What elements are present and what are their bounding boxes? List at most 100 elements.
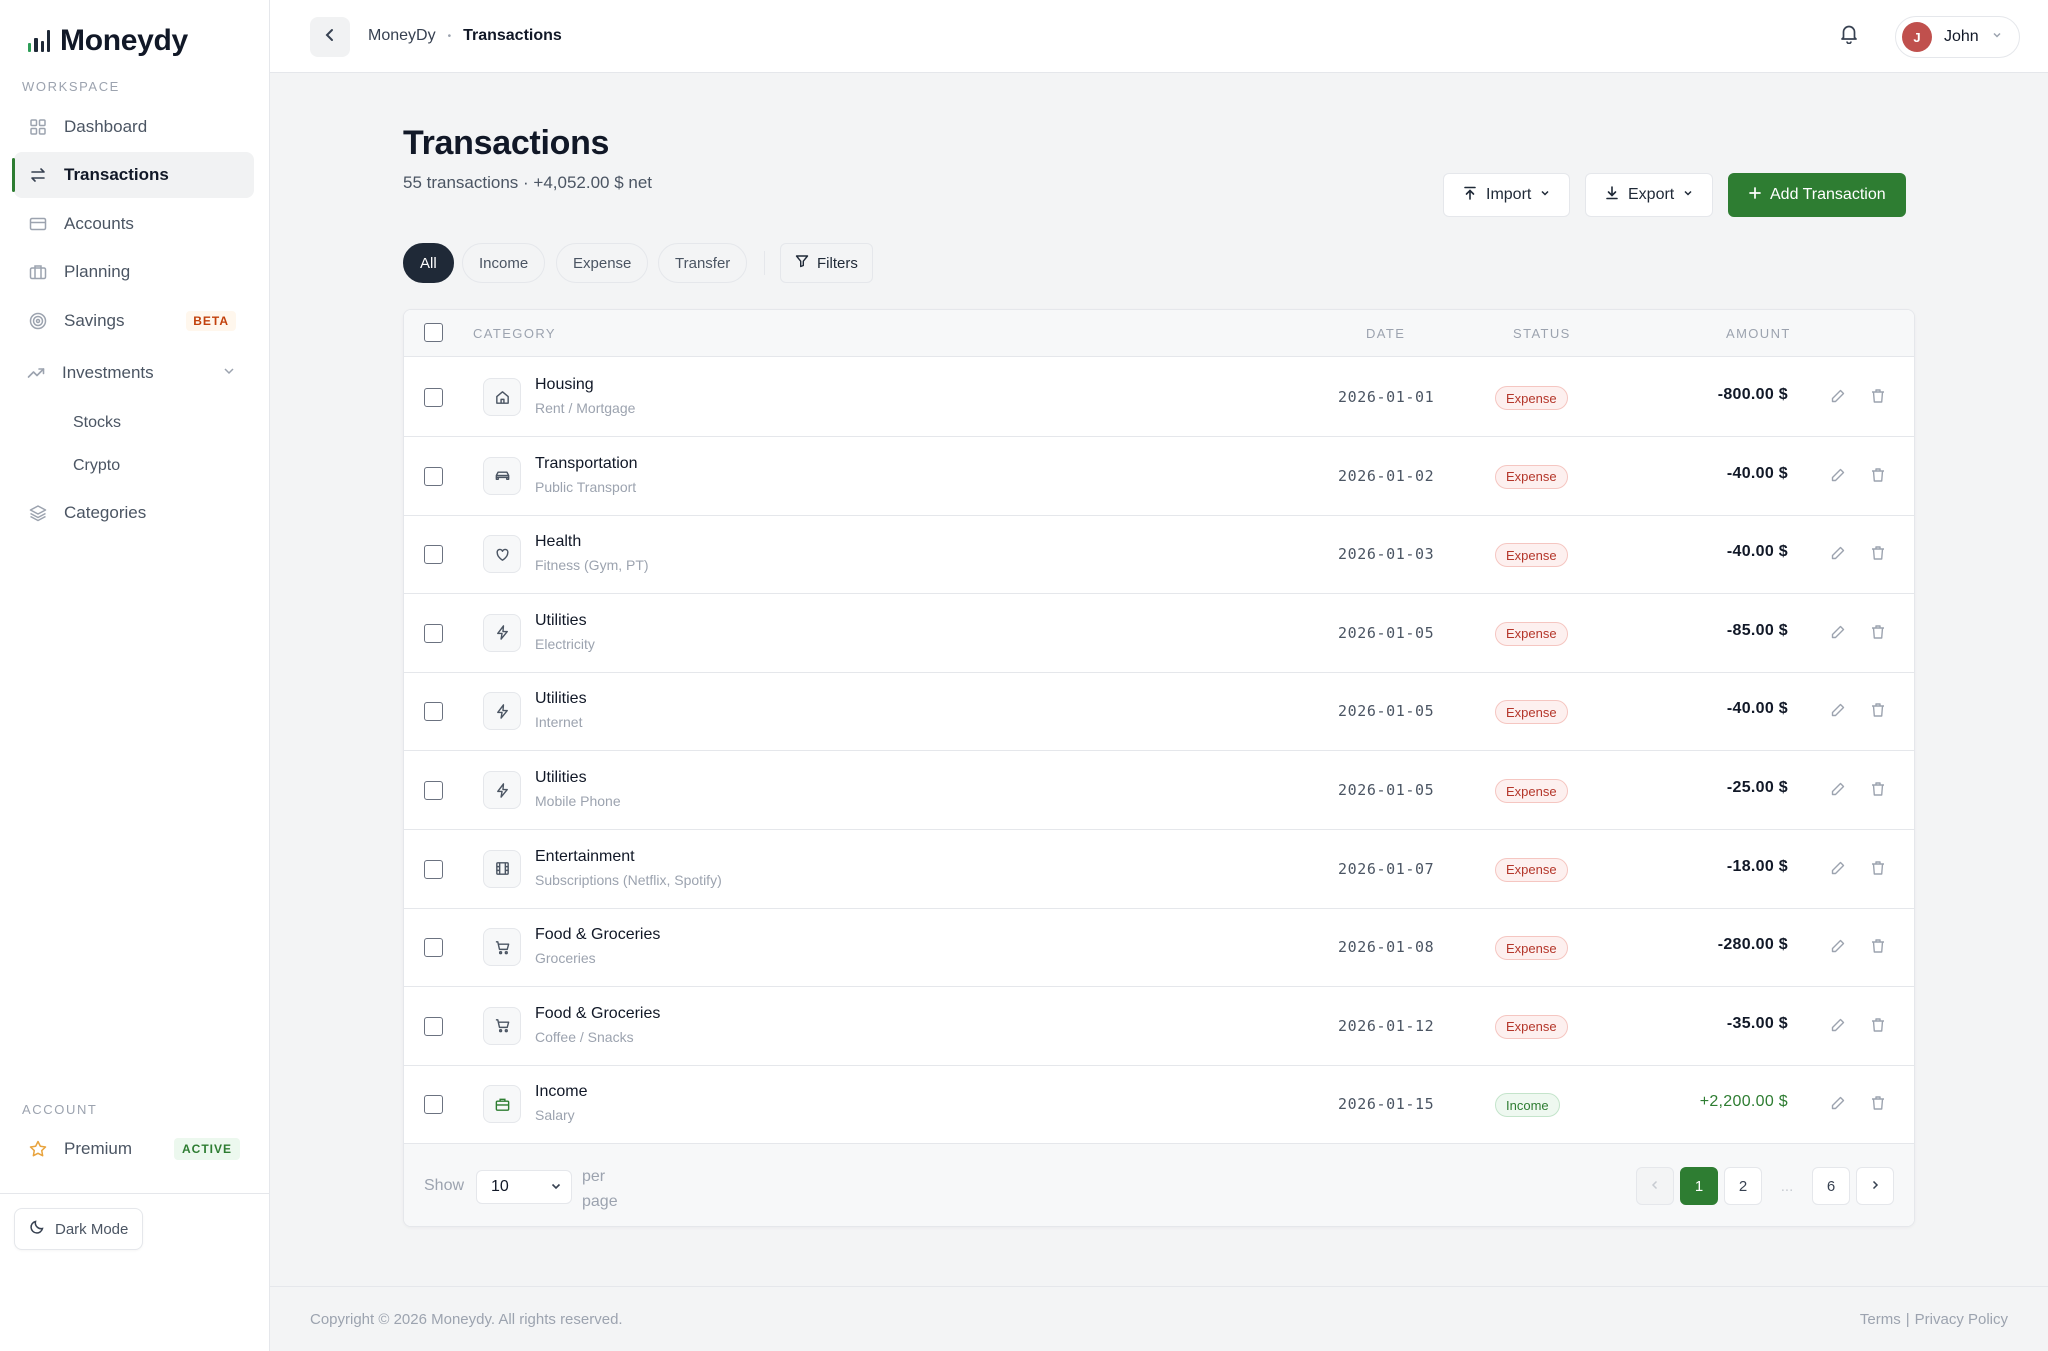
transaction-date: 2026-01-05 xyxy=(1338,702,1435,721)
category-name: Food & Groceries xyxy=(535,1004,661,1022)
chevron-down-icon xyxy=(1682,186,1694,204)
trash-icon[interactable] xyxy=(1869,387,1889,407)
select-all-checkbox[interactable] xyxy=(424,323,443,342)
trash-icon[interactable] xyxy=(1869,1094,1889,1114)
add-transaction-button[interactable]: Add Transaction xyxy=(1728,173,1906,217)
sidebar-item-label: Accounts xyxy=(64,214,134,233)
row-checkbox[interactable] xyxy=(424,781,443,800)
header-category[interactable]: CATEGORY xyxy=(473,326,556,341)
row-checkbox[interactable] xyxy=(424,545,443,565)
sidebar-item-transactions[interactable]: Transactions xyxy=(12,152,254,198)
sidebar-item-savings[interactable]: Savings BETA xyxy=(14,298,254,344)
export-button[interactable]: Export xyxy=(1585,173,1714,217)
trash-icon[interactable] xyxy=(1869,701,1889,721)
trash-icon[interactable] xyxy=(1869,780,1889,800)
breadcrumb: MoneyDy • Transactions xyxy=(368,27,562,45)
header-date[interactable]: DATE xyxy=(1366,326,1405,341)
edit-icon[interactable] xyxy=(1829,780,1849,800)
row-checkbox[interactable] xyxy=(424,938,443,958)
edit-icon[interactable] xyxy=(1829,859,1849,879)
page-ellipsis: ... xyxy=(1780,1177,1794,1195)
table-row[interactable]: Food & Groceries Coffee / Snacks 2026-01… xyxy=(404,987,1914,1066)
privacy-link[interactable]: Privacy Policy xyxy=(1915,1311,2008,1328)
edit-icon[interactable] xyxy=(1829,937,1849,957)
subcategory-name: Internet xyxy=(535,714,583,731)
transaction-amount: -280.00 $ xyxy=(1717,936,1788,954)
filter-pill-expense[interactable]: Expense xyxy=(556,243,649,283)
edit-icon[interactable] xyxy=(1829,1094,1849,1114)
edit-icon[interactable] xyxy=(1829,466,1849,486)
sidebar-item-categories[interactable]: Categories xyxy=(14,490,254,536)
edit-icon[interactable] xyxy=(1829,387,1849,407)
row-checkbox[interactable] xyxy=(424,466,443,486)
edit-icon[interactable] xyxy=(1829,623,1849,643)
back-button[interactable] xyxy=(310,17,350,57)
sidebar-item-investments[interactable]: Investments xyxy=(14,350,254,396)
transaction-amount: -85.00 $ xyxy=(1726,621,1788,639)
header-status[interactable]: STATUS xyxy=(1513,326,1571,341)
footer-link-separator: | xyxy=(1905,1311,1910,1328)
filter-pill-transfer[interactable]: Transfer xyxy=(658,243,748,283)
row-checkbox[interactable] xyxy=(424,623,443,643)
filters-button[interactable]: Filters xyxy=(780,243,873,283)
table-row[interactable]: Utilities Electricity 2026-01-05 Expense… xyxy=(404,594,1914,673)
table-row[interactable]: Utilities Internet 2026-01-05 Expense -4… xyxy=(404,672,1914,752)
trash-icon[interactable] xyxy=(1869,859,1889,879)
filter-pill-income[interactable]: Income xyxy=(462,243,546,283)
page-button-1[interactable]: 1 xyxy=(1680,1167,1718,1205)
sidebar-item-label: Dashboard xyxy=(64,117,148,136)
transaction-amount: -35.00 $ xyxy=(1726,1014,1788,1032)
table-row[interactable]: Income Salary 2026-01-15 Income +2,200.0… xyxy=(404,1065,1914,1145)
export-label: Export xyxy=(1628,186,1675,203)
row-checkbox[interactable] xyxy=(424,702,443,722)
edit-icon[interactable] xyxy=(1829,544,1849,564)
category-name: Housing xyxy=(535,376,594,393)
table-row[interactable]: Entertainment Subscriptions (Netflix, Sp… xyxy=(404,830,1914,909)
header-amount[interactable]: AMOUNT xyxy=(1726,326,1791,341)
sidebar-subitem-crypto[interactable]: Crypto xyxy=(73,457,120,475)
table-row[interactable]: Utilities Mobile Phone 2026-01-05 Expens… xyxy=(404,751,1914,830)
row-checkbox[interactable] xyxy=(424,1016,443,1036)
trash-icon[interactable] xyxy=(1869,544,1889,564)
sidebar-item-planning[interactable]: Planning xyxy=(14,249,254,295)
row-checkbox[interactable] xyxy=(424,859,443,879)
transaction-date: 2026-01-02 xyxy=(1338,466,1435,485)
table-row[interactable]: Health Fitness (Gym, PT) 2026-01-03 Expe… xyxy=(404,515,1914,595)
edit-icon[interactable] xyxy=(1829,1016,1849,1036)
status-badge: Income xyxy=(1495,1093,1560,1118)
sidebar-item-dashboard[interactable]: Dashboard xyxy=(14,104,254,150)
sidebar-subitem-stocks[interactable]: Stocks xyxy=(73,414,121,432)
dark-mode-toggle[interactable]: Dark Mode xyxy=(14,1208,144,1250)
trash-icon[interactable] xyxy=(1869,937,1889,957)
next-page-button[interactable] xyxy=(1856,1167,1894,1205)
per-page-select[interactable]: 10 xyxy=(476,1170,572,1204)
trash-icon[interactable] xyxy=(1869,466,1889,486)
category-name: Utilities xyxy=(535,690,587,708)
trash-icon[interactable] xyxy=(1869,1016,1889,1036)
bell-icon[interactable] xyxy=(1838,22,1864,48)
edit-icon[interactable] xyxy=(1829,701,1849,721)
page-button-2[interactable]: 2 xyxy=(1724,1167,1762,1205)
import-button[interactable]: Import xyxy=(1443,173,1571,217)
terms-link[interactable]: Terms xyxy=(1860,1311,1901,1328)
sidebar-item-premium[interactable]: Premium ACTIVE xyxy=(14,1126,254,1172)
row-checkbox[interactable] xyxy=(424,1095,443,1115)
avatar: J xyxy=(1902,22,1932,52)
table-row[interactable]: Food & Groceries Groceries 2026-01-08 Ex… xyxy=(404,908,1914,988)
page-title: Transactions xyxy=(403,124,610,162)
row-checkbox[interactable] xyxy=(424,388,443,407)
status-badge: Expense xyxy=(1495,857,1568,882)
filter-pill-all[interactable]: All xyxy=(403,243,454,283)
breadcrumb-parent[interactable]: MoneyDy xyxy=(368,27,436,45)
footer-links: Terms | Privacy Policy xyxy=(1860,1311,2008,1328)
user-menu[interactable]: J John xyxy=(1895,16,2020,58)
sidebar-item-accounts[interactable]: Accounts xyxy=(14,201,254,247)
table-row[interactable]: Housing Rent / Mortgage 2026-01-01 Expen… xyxy=(404,358,1914,437)
prev-page-button[interactable] xyxy=(1636,1167,1674,1205)
brand-logo[interactable]: Moneydy xyxy=(28,24,188,58)
trash-icon[interactable] xyxy=(1869,623,1889,643)
table-row[interactable]: Transportation Public Transport 2026-01-… xyxy=(404,437,1914,516)
topbar: MoneyDy • Transactions J John xyxy=(270,0,2048,73)
status-badge: Expense xyxy=(1495,936,1568,961)
page-button-6[interactable]: 6 xyxy=(1812,1167,1850,1205)
